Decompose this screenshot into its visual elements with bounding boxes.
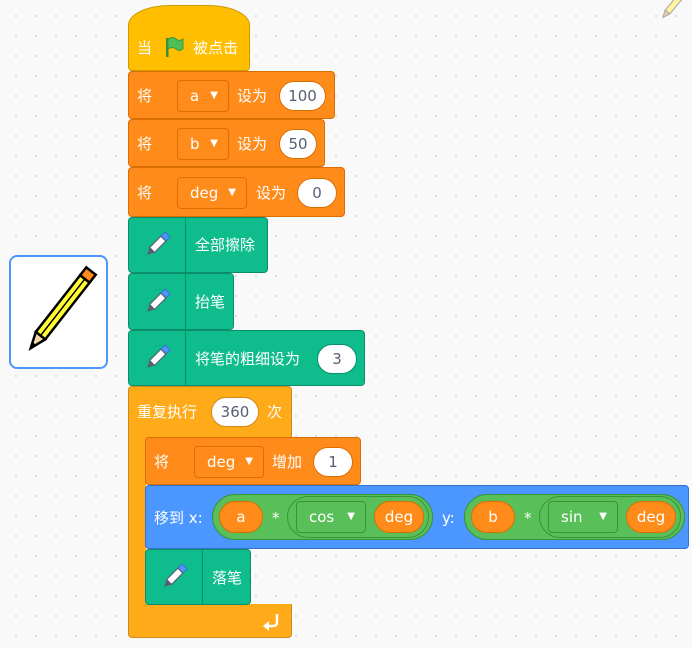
pen-size-input[interactable]: 3 [317,344,357,374]
go-to-y-label: y: [442,509,455,527]
set-verb-label: 将 [137,87,153,105]
value-input[interactable]: 0 [297,178,337,208]
pen-up-block[interactable]: 抬笔 [128,273,234,330]
variable-dropdown[interactable]: deg ▼ [194,446,264,478]
dropdown-arrow-icon: ▼ [347,511,355,522]
repeat-block[interactable]: 重复执行 360 次 [128,386,292,438]
go-to-x-label: 移到 x: [154,509,203,527]
variable-reporter-deg[interactable]: deg [374,501,424,533]
dropdown-arrow-icon: ▼ [210,90,218,101]
pen-extension-tab [146,550,203,604]
variable-reporter-deg[interactable]: deg [626,501,676,533]
pen-clear-block[interactable]: 全部擦除 [128,217,268,273]
change-action-label: 增加 [272,453,303,471]
repeat-suffix-label: 次 [267,403,283,421]
set-variable-deg-block[interactable]: 将 deg ▼ 设为 0 [128,167,345,217]
pen-up-label: 抬笔 [195,293,226,311]
multiply-symbol: * [272,509,280,527]
variable-reporter-a[interactable]: a [219,501,263,533]
dropdown-arrow-icon: ▼ [599,511,607,522]
pen-extension-tab [129,218,186,272]
math-function-dropdown[interactable]: sin ▼ [548,501,618,533]
multiply-operator-y[interactable]: b * sin ▼ deg [464,494,685,540]
pen-down-label: 落笔 [212,569,243,587]
variable-dropdown[interactable]: deg ▼ [177,177,247,209]
sprite-thumbnail[interactable] [9,255,108,369]
variable-dropdown[interactable]: a ▼ [177,80,229,112]
change-value-input[interactable]: 1 [313,447,353,477]
set-pen-size-block[interactable]: 将笔的粗细设为 3 [128,330,365,386]
pen-down-block[interactable]: 落笔 [145,549,251,605]
change-verb-label: 将 [154,453,170,471]
pen-extension-icon [164,563,188,587]
pen-extension-tab [129,274,186,329]
green-flag-icon [166,37,184,57]
set-action-label: 设为 [237,87,268,105]
repeat-count-input[interactable]: 360 [211,397,259,427]
dropdown-arrow-icon: ▼ [210,138,218,149]
multiply-symbol: * [524,509,532,527]
set-action-label: 设为 [237,135,268,153]
set-variable-b-block[interactable]: 将 b ▼ 设为 50 [128,119,325,167]
dropdown-arrow-icon: ▼ [228,187,236,198]
set-verb-label: 将 [137,184,153,202]
hat-suffix-label: 被点击 [193,39,239,57]
variable-reporter-b[interactable]: b [471,501,515,533]
set-variable-a-block[interactable]: 将 a ▼ 设为 100 [128,71,335,119]
repeat-block-arm [128,437,146,605]
pencil-corner-icon [662,0,684,19]
pen-clear-label: 全部擦除 [195,236,256,254]
change-variable-deg-block[interactable]: 将 deg ▼ 增加 1 [145,437,361,485]
repeat-arrow-icon [263,614,279,631]
pen-extension-icon [147,288,171,312]
go-to-xy-block[interactable]: 移到 x: a * cos ▼ deg y: b * sin ▼ deg [145,485,689,549]
value-input[interactable]: 100 [279,81,326,111]
pen-extension-icon [147,231,171,255]
pencil-sprite-icon [28,265,98,352]
math-function-sin[interactable]: sin ▼ deg [539,496,681,538]
hat-prefix-label: 当 [137,39,153,57]
math-function-cos[interactable]: cos ▼ deg [287,496,429,538]
pen-extension-tab [129,331,186,385]
pen-size-label: 将笔的粗细设为 [195,350,301,368]
repeat-block-footer [128,604,292,638]
pen-extension-icon [147,344,171,368]
multiply-operator-x[interactable]: a * cos ▼ deg [212,494,433,540]
dropdown-arrow-icon: ▼ [245,456,253,467]
value-input[interactable]: 50 [279,129,317,159]
when-flag-clicked-block[interactable]: 当 被点击 [128,5,250,71]
math-function-dropdown[interactable]: cos ▼ [296,501,366,533]
set-verb-label: 将 [137,135,153,153]
set-action-label: 设为 [256,184,287,202]
variable-dropdown[interactable]: b ▼ [177,128,229,160]
repeat-label: 重复执行 [137,403,198,421]
